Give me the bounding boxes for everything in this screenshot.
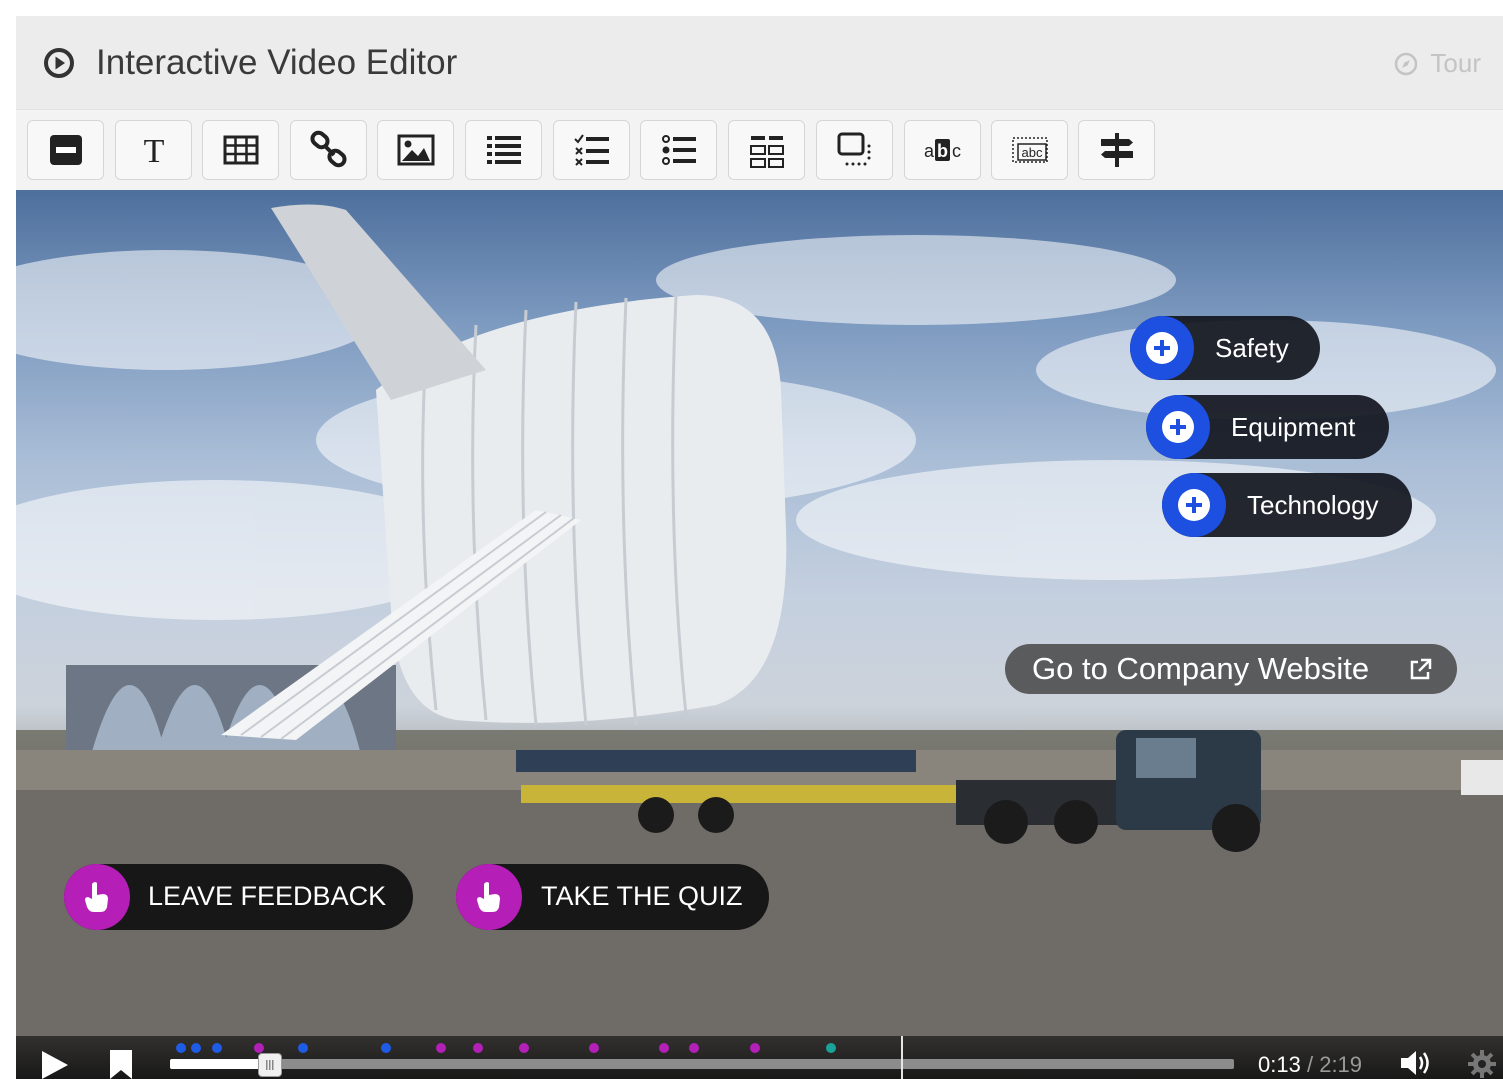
compass-icon bbox=[1395, 52, 1418, 75]
interaction-marker[interactable] bbox=[750, 1043, 760, 1053]
interaction-marker[interactable] bbox=[176, 1043, 186, 1053]
plus-icon bbox=[1162, 411, 1194, 443]
interaction-marker[interactable] bbox=[254, 1043, 264, 1053]
tool-text-button[interactable]: T bbox=[115, 120, 192, 180]
svg-text:c: c bbox=[952, 141, 961, 161]
bookmark-icon[interactable] bbox=[108, 1050, 134, 1079]
interaction-marker[interactable] bbox=[659, 1043, 669, 1053]
leave-feedback-label: LEAVE FEEDBACK bbox=[148, 881, 387, 911]
table-icon bbox=[223, 135, 258, 165]
hotspot-technology[interactable]: Technology bbox=[1162, 473, 1412, 537]
hotspot-safety-label: Safety bbox=[1215, 333, 1289, 363]
text-icon: T bbox=[143, 133, 164, 170]
interaction-marker[interactable] bbox=[519, 1043, 529, 1053]
interaction-marker[interactable] bbox=[212, 1043, 222, 1053]
total-time: 2:19 bbox=[1319, 1052, 1363, 1077]
tool-fill-blanks-button[interactable]: abc bbox=[991, 120, 1068, 180]
interaction-marker[interactable] bbox=[826, 1043, 836, 1053]
hand-pointer-icon bbox=[477, 882, 500, 912]
content-toolbar: T abc abc bbox=[16, 110, 1503, 190]
play-circle-icon bbox=[44, 48, 74, 78]
interactive-video-editor: Interactive Video Editor Tour T a b c ab… bbox=[16, 16, 1503, 1079]
video-player[interactable]: Safety Equipment Technology Go to Compan… bbox=[16, 190, 1503, 1079]
company-website-label: Go to Company Website bbox=[1032, 651, 1370, 686]
svg-text:abc: abc bbox=[1021, 145, 1042, 160]
progress-track[interactable] bbox=[170, 1059, 1234, 1069]
interaction-marker[interactable] bbox=[298, 1043, 308, 1053]
interaction-marker[interactable] bbox=[473, 1043, 483, 1053]
drag-order-icon bbox=[749, 136, 784, 168]
feedback-circle bbox=[64, 864, 130, 930]
fill-blanks-icon: abc bbox=[1011, 137, 1048, 163]
leave-feedback-button[interactable]: LEAVE FEEDBACK bbox=[64, 864, 413, 930]
tool-label-button[interactable] bbox=[27, 120, 104, 180]
image-icon bbox=[397, 134, 434, 166]
hotspot-technology-label: Technology bbox=[1247, 490, 1379, 520]
video-controls: 0:13 / 2:19 bbox=[16, 1036, 1503, 1079]
hotspot-technology-circle bbox=[1162, 473, 1226, 537]
tool-hotspot-button[interactable] bbox=[816, 120, 893, 180]
tool-single-choice-button[interactable] bbox=[640, 120, 717, 180]
play-icon[interactable] bbox=[40, 1050, 70, 1079]
take-quiz-button[interactable]: TAKE THE QUIZ bbox=[456, 864, 769, 930]
crossroads-icon bbox=[1100, 133, 1133, 167]
link-icon bbox=[309, 130, 347, 168]
gear-icon[interactable] bbox=[1466, 1048, 1498, 1079]
mark-words-icon: abc bbox=[924, 139, 961, 161]
minus-box-icon bbox=[49, 135, 82, 165]
hotspot-area-icon bbox=[837, 132, 870, 166]
svg-text:T: T bbox=[143, 133, 164, 170]
tour-button[interactable]: Tour bbox=[1394, 48, 1481, 79]
time-separator: / bbox=[1306, 1052, 1314, 1077]
tool-link-button[interactable] bbox=[290, 120, 367, 180]
svg-text:a: a bbox=[924, 141, 935, 161]
hotspot-equipment-circle bbox=[1146, 395, 1210, 459]
tool-crossroads-button[interactable] bbox=[1078, 120, 1155, 180]
plus-icon bbox=[1146, 332, 1178, 364]
volume-icon[interactable] bbox=[1399, 1048, 1433, 1078]
interaction-marker[interactable] bbox=[589, 1043, 599, 1053]
company-website-link[interactable]: Go to Company Website bbox=[1005, 644, 1457, 694]
time-display: 0:13 / 2:19 bbox=[1258, 1052, 1362, 1078]
progress-fill bbox=[170, 1059, 270, 1069]
single-choice-icon bbox=[661, 135, 696, 165]
external-link-icon bbox=[1410, 658, 1432, 680]
interaction-marker[interactable] bbox=[689, 1043, 699, 1053]
interaction-marker[interactable] bbox=[191, 1043, 201, 1053]
timeline-cursor-line bbox=[901, 1036, 903, 1079]
hand-pointer-icon bbox=[85, 882, 108, 912]
tool-image-button[interactable] bbox=[377, 120, 454, 180]
grip-icon bbox=[266, 1060, 274, 1070]
svg-text:b: b bbox=[937, 141, 948, 161]
hotspot-equipment-label: Equipment bbox=[1231, 412, 1356, 442]
hotspot-safety[interactable]: Safety bbox=[1130, 316, 1320, 380]
hotspot-equipment[interactable]: Equipment bbox=[1146, 395, 1389, 459]
current-time: 0:13 bbox=[1258, 1052, 1301, 1077]
page-title: Interactive Video Editor bbox=[96, 43, 458, 82]
take-quiz-label: TAKE THE QUIZ bbox=[541, 881, 743, 911]
progress-handle[interactable] bbox=[258, 1053, 282, 1077]
interaction-marker[interactable] bbox=[436, 1043, 446, 1053]
tool-mark-words-button[interactable]: abc bbox=[904, 120, 981, 180]
tool-table-button[interactable] bbox=[202, 120, 279, 180]
editor-header: Interactive Video Editor Tour bbox=[16, 16, 1503, 110]
tool-drag-text-button[interactable] bbox=[728, 120, 805, 180]
hotspot-safety-circle bbox=[1130, 316, 1194, 380]
interaction-marker[interactable] bbox=[381, 1043, 391, 1053]
plus-icon bbox=[1178, 489, 1210, 521]
checklist-icon bbox=[573, 134, 609, 166]
quiz-circle bbox=[456, 864, 522, 930]
list-icon bbox=[486, 136, 521, 164]
tour-label: Tour bbox=[1430, 48, 1481, 78]
tool-list-button[interactable] bbox=[465, 120, 542, 180]
tool-multiple-choice-button[interactable] bbox=[553, 120, 630, 180]
